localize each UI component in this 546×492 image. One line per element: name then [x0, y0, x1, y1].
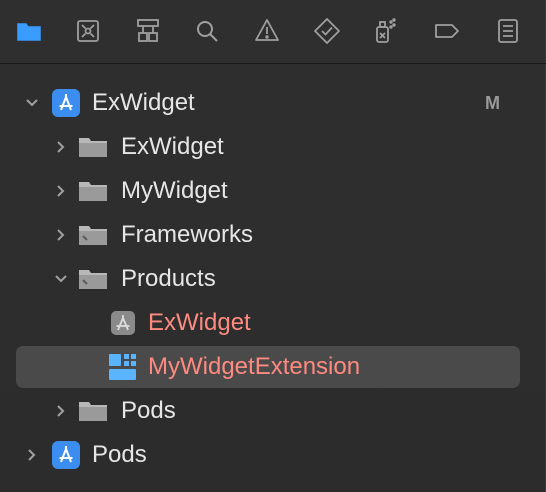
tree-item-label: Pods — [121, 397, 176, 424]
breakpoint-tag-icon[interactable] — [431, 15, 463, 47]
group-folder-icon — [78, 220, 108, 250]
tree-item-label: ExWidget — [92, 89, 195, 116]
tree-item-label: Frameworks — [121, 221, 254, 248]
tree-item-label: Pods — [92, 441, 147, 468]
warning-icon[interactable] — [251, 15, 283, 47]
tree-row-frameworks-group[interactable]: Frameworks — [0, 213, 546, 257]
folder-icon[interactable] — [13, 15, 45, 47]
chevron-right-icon[interactable] — [51, 225, 71, 245]
tree-row-exwidget-folder[interactable]: ExWidget — [0, 125, 546, 169]
navigator-toolbar — [0, 0, 546, 64]
spray-can-icon[interactable] — [369, 15, 401, 47]
chevron-right-icon[interactable] — [51, 137, 71, 157]
hierarchy-icon[interactable] — [132, 15, 164, 47]
chevron-down-icon[interactable] — [22, 93, 42, 113]
tree-row-exwidget-project[interactable]: ExWidget M — [0, 81, 546, 125]
tree-row-pods-folder[interactable]: Pods — [0, 389, 546, 433]
xcode-project-icon — [51, 440, 81, 470]
folder-icon — [78, 132, 108, 162]
group-folder-icon — [78, 264, 108, 294]
tree-item-label: ExWidget — [148, 309, 251, 336]
report-list-icon[interactable] — [492, 15, 524, 47]
chevron-right-icon[interactable] — [51, 401, 71, 421]
modified-badge: M — [485, 92, 500, 113]
folder-icon — [78, 176, 108, 206]
folder-icon — [78, 396, 108, 426]
tree-item-label: MyWidgetExtension — [148, 353, 361, 380]
chevron-down-icon[interactable] — [51, 269, 71, 289]
tree-row-mywidgetextension[interactable]: MyWidgetExtension — [0, 345, 546, 389]
source-control-icon[interactable] — [72, 15, 104, 47]
tree-item-label: Products — [121, 265, 216, 292]
tree-item-label: ExWidget — [121, 133, 224, 160]
tree-row-mywidget-folder[interactable]: MyWidget — [0, 169, 546, 213]
tree-row-products-group[interactable]: Products — [0, 257, 546, 301]
xcode-project-icon — [51, 88, 81, 118]
tree-row-pods-project[interactable]: Pods — [0, 433, 546, 477]
search-icon[interactable] — [191, 15, 223, 47]
chevron-right-icon[interactable] — [51, 181, 71, 201]
tree-row-exwidget-app[interactable]: ExWidget — [0, 301, 546, 345]
extension-product-icon — [107, 352, 137, 382]
test-diamond-icon[interactable] — [311, 15, 343, 47]
project-navigator-panel: ExWidget M ExWidget MyWidget Frameworks … — [0, 0, 546, 492]
chevron-right-icon[interactable] — [22, 445, 42, 465]
tree-item-label: MyWidget — [121, 177, 228, 204]
app-product-icon — [108, 308, 138, 338]
